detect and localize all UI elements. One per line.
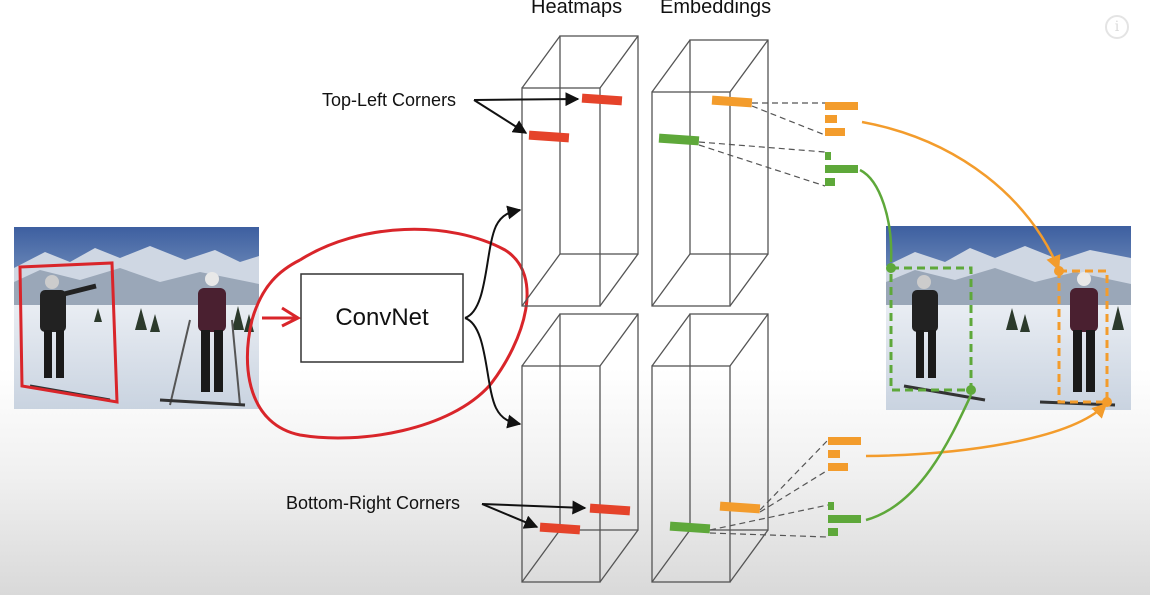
info-icon: i bbox=[1114, 19, 1120, 35]
connector-bottom-orange bbox=[865, 402, 1108, 458]
heatmap-box-top bbox=[521, 35, 639, 307]
embedding-bars-top-orange bbox=[825, 102, 858, 136]
embedding-box-top bbox=[651, 39, 769, 307]
input-photo bbox=[14, 227, 259, 409]
convnet-arrow-down bbox=[464, 317, 522, 429]
connector-bottom-green bbox=[865, 394, 973, 522]
embedding-bars-top-green bbox=[825, 152, 858, 186]
arrow-top-left-1 bbox=[473, 92, 580, 107]
heading-heatmaps: Heatmaps bbox=[531, 0, 622, 18]
annotation-arrow bbox=[262, 306, 302, 328]
embedding-bars-bottom-orange bbox=[828, 437, 861, 471]
arrow-top-left-2 bbox=[473, 99, 528, 134]
arrow-bottom-right-1 bbox=[481, 500, 587, 515]
embedding-box-bottom bbox=[651, 313, 769, 583]
output-photo bbox=[886, 226, 1131, 410]
convnet-box: ConvNet bbox=[300, 273, 464, 363]
heading-embeddings: Embeddings bbox=[660, 0, 771, 18]
convnet-arrow-up bbox=[464, 205, 522, 319]
label-bottom-right-corners: Bottom-Right Corners bbox=[286, 493, 460, 513]
cornernet-diagram: Heatmaps Embeddings ConvNet Top-Left Cor… bbox=[14, 0, 1131, 583]
info-button[interactable]: i bbox=[1105, 15, 1129, 39]
convnet-label: ConvNet bbox=[335, 304, 429, 331]
heatmap-box-bottom bbox=[521, 313, 639, 583]
arrow-bottom-right-2 bbox=[481, 503, 539, 529]
label-top-left-corners: Top-Left Corners bbox=[322, 90, 456, 110]
embedding-bars-bottom-green bbox=[828, 502, 861, 536]
